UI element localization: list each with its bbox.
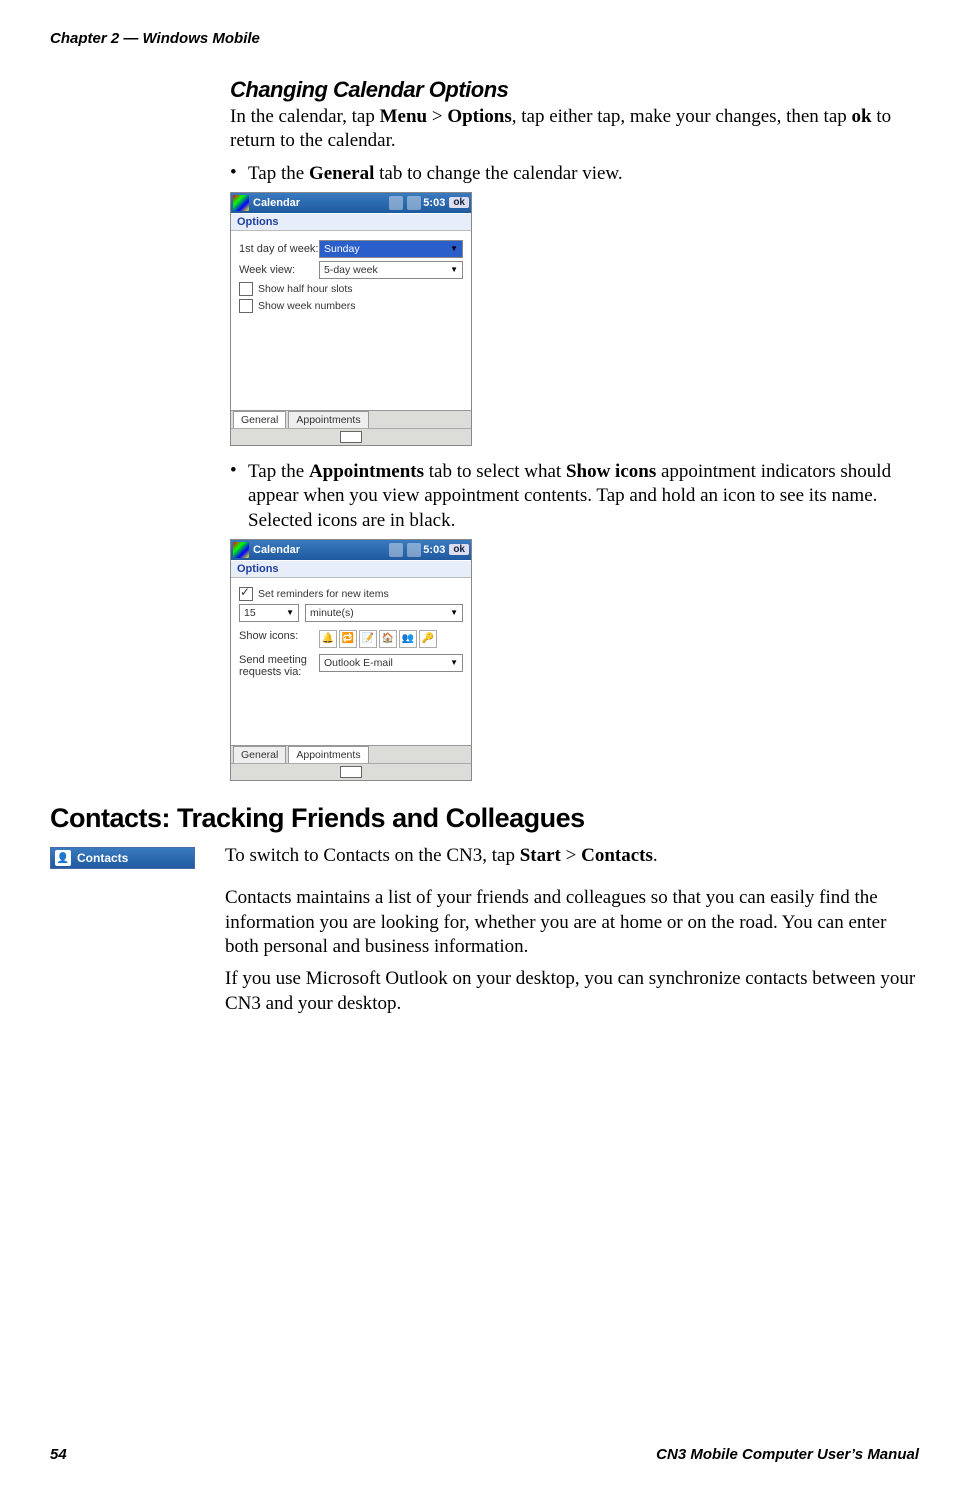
- titlebar: Calendar 5:03 ok: [231, 540, 471, 560]
- checkbox-icon[interactable]: [239, 282, 253, 296]
- contacts-menu-item[interactable]: 👤 Contacts: [50, 847, 195, 869]
- text: Tap the: [248, 163, 309, 184]
- start-word: Start: [520, 845, 561, 866]
- titlebar: Calendar 5:03 ok: [231, 193, 471, 213]
- menu-word: Menu: [380, 106, 428, 127]
- tab-general[interactable]: General: [233, 746, 286, 763]
- app-title: Calendar: [253, 544, 300, 556]
- screen-subtitle: Options: [231, 213, 471, 231]
- text: .: [653, 845, 658, 866]
- text: Tap the: [248, 461, 309, 482]
- tab-appointments[interactable]: Appointments: [288, 746, 368, 763]
- half-hour-checkbox-row[interactable]: Show half hour slots: [239, 282, 463, 296]
- week-numbers-checkbox-row[interactable]: Show week numbers: [239, 299, 463, 313]
- start-icon[interactable]: [233, 195, 249, 211]
- text: tab to change the calendar view.: [374, 163, 622, 184]
- first-day-value: Sunday: [324, 243, 360, 255]
- week-view-select[interactable]: 5-day week ▼: [319, 261, 463, 279]
- contacts-word: Contacts: [581, 845, 653, 866]
- week-view-value: 5-day week: [324, 264, 378, 276]
- reminder-value-select[interactable]: 15 ▼: [239, 604, 299, 622]
- volume-icon[interactable]: [407, 196, 421, 210]
- note-icon[interactable]: 📝: [359, 630, 377, 648]
- send-label-1: Send meeting: [239, 654, 307, 666]
- chevron-down-icon: ▼: [450, 265, 458, 274]
- chevron-down-icon: ▼: [450, 608, 458, 617]
- contacts-p2: Contacts maintains a list of your friend…: [225, 886, 919, 959]
- tab-appointments[interactable]: Appointments: [288, 411, 368, 428]
- text: >: [561, 845, 581, 866]
- connectivity-icon[interactable]: [389, 196, 403, 210]
- text: To switch to Contacts on the CN3, tap: [225, 845, 520, 866]
- keyboard-icon[interactable]: [340, 431, 362, 443]
- ok-word: ok: [852, 106, 872, 127]
- send-via-select[interactable]: Outlook E-mail ▼: [319, 654, 463, 672]
- first-day-select[interactable]: Sunday ▼: [319, 240, 463, 258]
- tab-general[interactable]: General: [233, 411, 286, 428]
- set-reminders-label: Set reminders for new items: [258, 588, 389, 600]
- contacts-p1: To switch to Contacts on the CN3, tap St…: [225, 844, 919, 868]
- week-view-label: Week view:: [239, 264, 319, 276]
- reminder-value: 15: [244, 607, 256, 619]
- icon-selector[interactable]: 🔔 🔁 📝 🏠 👥 🔑: [319, 630, 437, 648]
- send-via-value: Outlook E-mail: [324, 657, 393, 669]
- volume-icon[interactable]: [407, 543, 421, 557]
- sip-bar[interactable]: [231, 428, 471, 445]
- checkbox-icon[interactable]: [239, 587, 253, 601]
- page-number: 54: [50, 1446, 67, 1463]
- clock: 5:03: [423, 544, 445, 556]
- section-title-changing-options: Changing Calendar Options: [230, 77, 919, 103]
- bullet-icon: •: [230, 460, 248, 533]
- checkbox-icon[interactable]: [239, 299, 253, 313]
- screenshot-appointments-tab: Calendar 5:03 ok Options Set reminders f…: [230, 539, 472, 781]
- appointments-word: Appointments: [309, 461, 424, 482]
- general-word: General: [309, 163, 374, 184]
- manual-title: CN3 Mobile Computer User’s Manual: [656, 1446, 919, 1463]
- bullet-icon: •: [230, 162, 248, 186]
- week-numbers-label: Show week numbers: [258, 300, 355, 312]
- text: In the calendar, tap: [230, 106, 380, 127]
- chapter-header: Chapter 2 — Windows Mobile: [50, 30, 919, 47]
- sip-bar[interactable]: [231, 763, 471, 780]
- text: , tap either tap, make your changes, the…: [512, 106, 852, 127]
- reminder-icon[interactable]: 🔔: [319, 630, 337, 648]
- contacts-p3: If you use Microsoft Outlook on your des…: [225, 967, 919, 1016]
- half-hour-label: Show half hour slots: [258, 283, 353, 295]
- options-word: Options: [447, 106, 511, 127]
- location-icon[interactable]: 🏠: [379, 630, 397, 648]
- text: >: [427, 106, 447, 127]
- clock: 5:03: [423, 197, 445, 209]
- set-reminders-row[interactable]: Set reminders for new items: [239, 587, 463, 601]
- send-label-2: requests via:: [239, 666, 301, 678]
- first-day-label: 1st day of week:: [239, 243, 319, 255]
- show-icons-word: Show icons: [566, 461, 656, 482]
- chevron-down-icon: ▼: [286, 608, 294, 617]
- show-icons-label: Show icons:: [239, 630, 319, 642]
- reminder-unit: minute(s): [310, 607, 354, 619]
- ok-button[interactable]: ok: [449, 197, 469, 208]
- screenshot-general-tab: Calendar 5:03 ok Options 1st day of week…: [230, 192, 472, 446]
- section-title-contacts: Contacts: Tracking Friends and Colleague…: [50, 803, 919, 834]
- bullet-appointments: • Tap the Appointments tab to select wha…: [230, 460, 919, 533]
- intro-paragraph: In the calendar, tap Menu > Options, tap…: [230, 105, 919, 154]
- chevron-down-icon: ▼: [450, 658, 458, 667]
- text: tab to select what: [424, 461, 566, 482]
- connectivity-icon[interactable]: [389, 543, 403, 557]
- recurring-icon[interactable]: 🔁: [339, 630, 357, 648]
- contacts-icon-label: Contacts: [77, 851, 128, 865]
- app-title: Calendar: [253, 197, 300, 209]
- reminder-unit-select[interactable]: minute(s) ▼: [305, 604, 463, 622]
- keyboard-icon[interactable]: [340, 766, 362, 778]
- start-icon[interactable]: [233, 542, 249, 558]
- attendees-icon[interactable]: 👥: [399, 630, 417, 648]
- screen-subtitle: Options: [231, 560, 471, 578]
- ok-button[interactable]: ok: [449, 544, 469, 555]
- chevron-down-icon: ▼: [450, 244, 458, 253]
- bullet-general: • Tap the General tab to change the cale…: [230, 162, 919, 186]
- private-icon[interactable]: 🔑: [419, 630, 437, 648]
- contacts-icon: 👤: [55, 850, 71, 866]
